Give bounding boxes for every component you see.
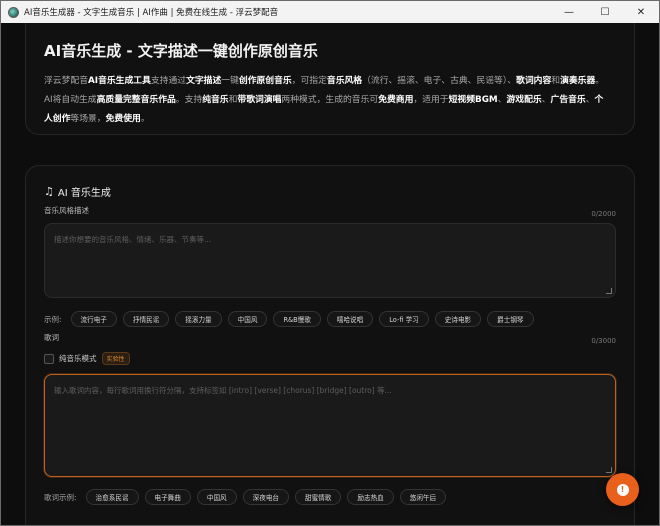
resize-handle-icon[interactable] (606, 467, 612, 473)
intro-text: 一键 (221, 76, 239, 86)
lyrics-example-chip[interactable]: 电子舞曲 (144, 489, 191, 505)
intro-text: 。支持 (175, 95, 203, 105)
style-example-chip[interactable]: 抒情民谣 (122, 311, 170, 327)
intro-text: （流行、摇滚、电子、古典、民谣等）、 (362, 76, 517, 86)
intro-highlight: 创作原创音乐 (238, 76, 292, 86)
page-content[interactable]: AI音乐生成 - 文字描述一键创作原创音乐 浮云梦配音AI音乐生成工具支持通过文… (1, 23, 659, 525)
intro-text: 。 (140, 114, 150, 124)
style-placeholder: 描述你想要的音乐风格、情绪、乐器、节奏等... (54, 235, 212, 244)
style-example-chip[interactable]: 爵士钢琴 (487, 311, 534, 327)
style-textarea[interactable]: 描述你想要的音乐风格、情绪、乐器、节奏等... (44, 223, 616, 298)
lyrics-char-counter: 0/3000 (591, 337, 616, 345)
intro-highlight: 音乐风格 (326, 76, 363, 86)
intro-text: 、 (541, 95, 551, 105)
intro-highlight: 广告音乐 (550, 95, 586, 105)
minimize-button[interactable]: — (551, 1, 587, 23)
lyrics-examples-label: 歌词示例: (44, 492, 77, 502)
intro-highlight: 免费使用 (105, 114, 141, 124)
style-example-chip[interactable]: 摇滚力量 (175, 311, 222, 327)
lyrics-textarea[interactable]: 输入歌词内容，每行歌词用换行符分隔，支持标签如 [intro] [verse] … (44, 374, 616, 477)
lyrics-example-chip[interactable]: 悠闲午后 (399, 489, 447, 505)
maximize-button[interactable]: ☐ (587, 1, 623, 23)
intro-highlight: 游戏配乐 (506, 95, 542, 105)
intro-text: 、 (497, 95, 507, 105)
instrumental-checkbox[interactable] (44, 353, 54, 364)
experimental-badge: 实验性 (101, 352, 130, 365)
app-logo-icon (8, 6, 19, 18)
intro-highlight: AI音乐生成工具 (88, 76, 151, 86)
lyrics-example-chip[interactable]: 深夜电台 (242, 489, 290, 505)
app-window: AI音乐生成器 - 文字生成音乐 | AI作曲 | 免费在线生成 - 浮云梦配音… (0, 0, 660, 526)
intro-text: ，可指定 (291, 76, 327, 86)
alert-icon: ! (616, 483, 629, 496)
intro-text: 等场景， (70, 114, 106, 124)
page-title: AI音乐生成 - 文字描述一键创作原创音乐 (44, 42, 318, 60)
generator-card: ♫ AI 音乐生成 音乐风格描述 0/2000 描述你想要的音乐风格、情绪、乐器… (25, 165, 635, 525)
intro-text: 和 (551, 76, 561, 86)
intro-text: 、 (585, 95, 595, 105)
hero-card: AI音乐生成 - 文字描述一键创作原创音乐 浮云梦配音AI音乐生成工具支持通过文… (25, 23, 635, 135)
intro-text: 支持通过 (150, 76, 187, 86)
instrumental-label: 纯音乐模式 (59, 354, 97, 363)
lyrics-label: 歌词 (44, 333, 59, 342)
style-char-counter: 0/2000 (591, 210, 616, 218)
intro-highlight: 带歌词演唱 (237, 95, 282, 105)
lyrics-example-chip[interactable]: 甜蜜情歌 (295, 489, 342, 505)
style-examples: 示例: 流行电子 抒情民谣 摇滚力量 中国风 R&B慢歌 嘻哈说唱 Lo-fi 学习 史诗电影… (44, 311, 534, 327)
intro-highlight: 演奏乐器 (560, 76, 596, 86)
title-bar[interactable]: AI音乐生成器 - 文字生成音乐 | AI作曲 | 免费在线生成 - 浮云梦配音… (1, 1, 659, 23)
style-example-chip[interactable]: 中国风 (227, 311, 268, 327)
intro-highlight: 纯音乐 (202, 95, 229, 105)
intro-text: ，适用于 (413, 95, 449, 105)
music-note-icon: ♫ (44, 185, 54, 198)
resize-handle-icon[interactable] (606, 288, 612, 294)
feedback-button[interactable]: ! (606, 473, 639, 506)
style-example-chip[interactable]: 史诗电影 (434, 311, 482, 327)
intro-highlight: 短视频BGM (448, 95, 498, 105)
lyrics-examples: 歌词示例: 治愈系民谣 电子舞曲 中国风 深夜电台 甜蜜情歌 励志热血 悠闲午后 (44, 489, 447, 505)
lyrics-example-chip[interactable]: 中国风 (196, 489, 237, 505)
lyrics-example-chip[interactable]: 励志热血 (347, 489, 394, 505)
intro-highlight: 文字描述 (186, 76, 222, 86)
lyrics-placeholder: 输入歌词内容，每行歌词用换行符分隔，支持标签如 [intro] [verse] … (54, 386, 392, 395)
style-examples-label: 示例: (44, 314, 62, 324)
style-example-chip[interactable]: Lo-fi 学习 (379, 311, 429, 327)
intro-highlight: 高质量完整音乐作品 (96, 95, 176, 105)
section-title-text: AI 音乐生成 (57, 188, 111, 199)
style-example-chip[interactable]: 流行电子 (70, 311, 117, 327)
intro-highlight: 歌词内容 (516, 76, 552, 86)
close-button[interactable]: ✕ (623, 1, 659, 23)
intro-text: 浮云梦配音 (44, 76, 88, 86)
lyrics-example-chip[interactable]: 治愈系民谣 (85, 489, 139, 505)
intro-highlight: 免费商用 (378, 95, 414, 105)
style-example-chip[interactable]: 嘻哈说唱 (326, 311, 374, 327)
instrumental-toggle[interactable]: 纯音乐模式 实验性 (44, 352, 130, 365)
window-controls: — ☐ ✕ (551, 1, 659, 23)
intro-text: 两种模式，生成的音乐可 (281, 95, 379, 105)
window-title: AI音乐生成器 - 文字生成音乐 | AI作曲 | 免费在线生成 - 浮云梦配音 (24, 8, 279, 18)
section-title: ♫ AI 音乐生成 (44, 184, 111, 199)
style-label: 音乐风格描述 (44, 206, 89, 215)
style-example-chip[interactable]: R&B慢歌 (273, 311, 321, 327)
intro-paragraph: 浮云梦配音AI音乐生成工具支持通过文字描述一键创作原创音乐，可指定音乐风格（流行… (44, 72, 610, 129)
